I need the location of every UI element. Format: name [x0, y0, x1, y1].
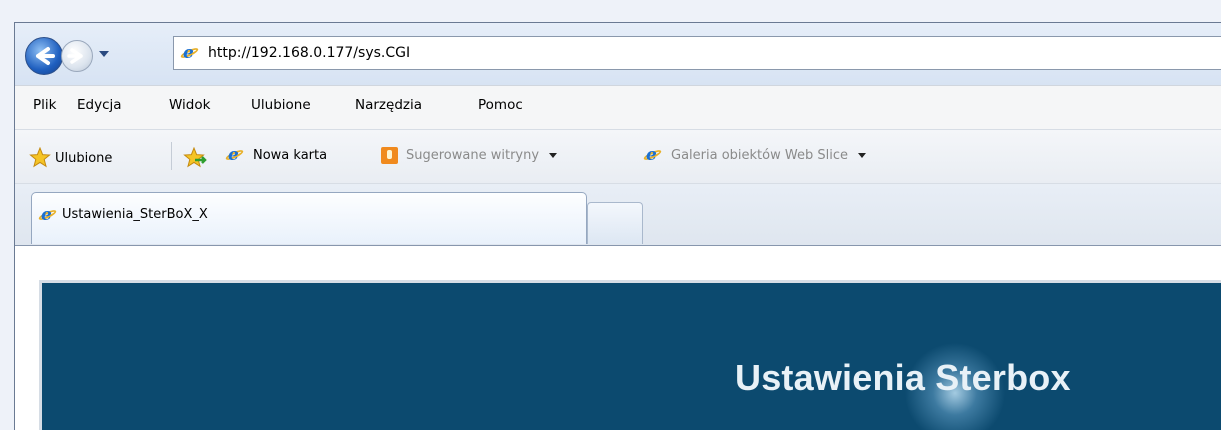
menu-bar: Plik Edycja Widok Ulubione Narzędzia Pom…	[15, 85, 1221, 129]
new-tab-label: Nowa karta	[253, 147, 328, 163]
recent-pages-dropdown-icon[interactable]	[99, 51, 109, 57]
suggested-sites-icon	[381, 147, 398, 164]
favorites-label: Ulubione	[55, 150, 113, 166]
back-arrow-icon	[36, 47, 55, 65]
chevron-down-icon	[549, 153, 558, 158]
new-tab-slot[interactable]	[587, 202, 643, 244]
page-banner: Ustawienia Sterbox	[39, 280, 1221, 430]
add-favorite-star-icon	[183, 147, 207, 168]
browser-window: e http://192.168.0.177/sys.CGI Plik Edyc…	[14, 22, 1221, 430]
toolbar-separator	[171, 142, 172, 170]
favorites-bar: Ulubione e Nowa karta Sugerowane witryny…	[15, 129, 1221, 183]
web-slice-gallery-button[interactable]: e Galeria obiektów Web Slice	[642, 145, 866, 165]
ie-web-slice-icon: e	[642, 145, 663, 165]
menu-item-widok[interactable]: Widok	[169, 97, 210, 113]
web-slice-label: Galeria obiektów Web Slice	[671, 147, 848, 163]
address-bar[interactable]: e http://192.168.0.177/sys.CGI	[173, 36, 1221, 70]
page-title: Ustawienia Sterbox	[735, 357, 1071, 398]
forward-button[interactable]	[61, 40, 93, 72]
chevron-down-icon	[857, 152, 866, 158]
menu-item-plik[interactable]: Plik	[33, 97, 56, 113]
address-url[interactable]: http://192.168.0.177/sys.CGI	[208, 45, 410, 61]
back-button[interactable]	[25, 37, 63, 75]
add-to-favorites-button[interactable]	[183, 147, 207, 169]
suggested-sites-label: Sugerowane witryny	[406, 148, 540, 163]
menu-item-pomoc[interactable]: Pomoc	[478, 97, 523, 113]
favorites-button[interactable]: Ulubione	[29, 147, 112, 169]
menu-item-narzedzia[interactable]: Narzędzia	[355, 97, 422, 113]
tab-title: Ustawienia_SterBoX_X	[62, 207, 208, 222]
star-icon	[29, 147, 51, 168]
navigation-bar: e http://192.168.0.177/sys.CGI	[15, 23, 1221, 85]
menu-item-edycja[interactable]: Edycja	[77, 97, 122, 113]
new-tab-button[interactable]: e Nowa karta	[224, 145, 328, 165]
tab-ustawienia-sterbox[interactable]: e Ustawienia_SterBoX_X	[31, 192, 587, 244]
ie-new-tab-icon: e	[224, 145, 245, 165]
ie-page-icon: e	[179, 43, 200, 63]
forward-arrow-icon	[67, 48, 83, 64]
tab-strip: e Ustawienia_SterBoX_X	[15, 183, 1221, 245]
menu-item-ulubione[interactable]: Ulubione	[251, 97, 311, 113]
ie-tab-icon: e	[37, 205, 58, 225]
suggested-sites-button[interactable]: Sugerowane witryny	[381, 147, 558, 164]
page-content: Ustawienia Sterbox	[15, 245, 1221, 430]
